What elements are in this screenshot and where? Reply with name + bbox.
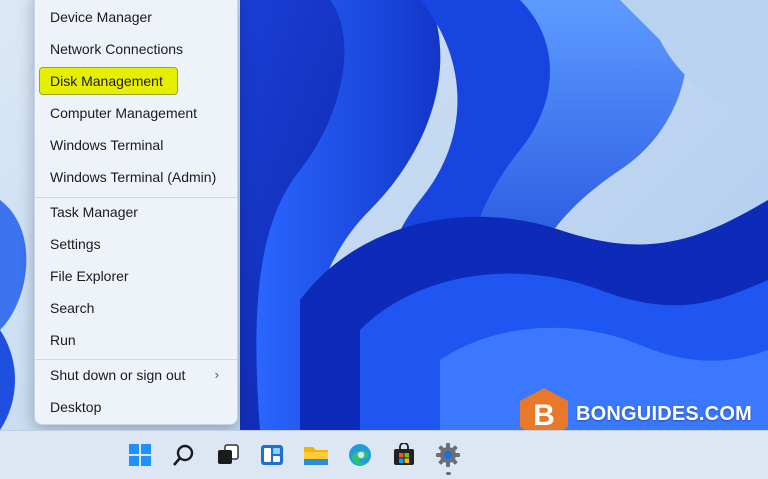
menu-item-computer-management[interactable]: Computer Management [39,99,233,127]
menu-item-file-explorer[interactable]: File Explorer [39,262,233,290]
menu-item-label: Disk Management [50,73,163,89]
start-button[interactable] [122,437,158,473]
settings-icon [436,443,460,467]
menu-item-task-manager[interactable]: Task Manager [39,198,233,226]
logo-letter: B [533,399,555,432]
menu-item-device-manager[interactable]: Device Manager [39,3,233,31]
winx-context-menu: Device Manager Network Connections Disk … [34,0,238,425]
file-explorer-icon [304,447,328,465]
store-button[interactable] [386,437,422,473]
menu-item-label: Network Connections [50,41,184,57]
menu-item-label: Shut down or sign out [50,367,186,383]
menu-item-run[interactable]: Run [39,326,233,354]
menu-item-label: Search [50,300,95,316]
watermark-text: BONGUIDES.COM [576,402,752,425]
start-icon [129,444,151,466]
running-indicator [446,472,451,475]
store-icon [394,443,414,465]
menu-item-network-connections[interactable]: Network Connections [39,35,233,63]
widgets-button[interactable] [254,437,290,473]
menu-item-label: Settings [50,236,101,252]
menu-item-disk-management[interactable]: Disk Management [39,67,178,95]
task-view-button[interactable] [210,437,246,473]
menu-item-label: Windows Terminal [50,137,164,153]
menu-item-label: Task Manager [50,204,138,220]
menu-separator [35,359,237,360]
file-explorer-button[interactable] [298,437,334,473]
menu-item-label: Windows Terminal (Admin) [50,169,217,185]
widgets-icon [261,445,283,465]
search-icon [173,444,194,466]
edge-button[interactable] [342,437,378,473]
menu-item-shut-down-or-sign-out[interactable]: Shut down or sign out › [39,361,233,389]
menu-item-label: Desktop [50,399,102,415]
task-view-icon [218,444,239,464]
menu-item-windows-terminal-admin[interactable]: Windows Terminal (Admin) [39,163,233,191]
settings-button[interactable] [430,437,466,475]
taskbar-search-button[interactable] [166,437,202,473]
menu-item-label: Run [50,332,76,348]
edge-icon [349,444,371,466]
menu-item-windows-terminal[interactable]: Windows Terminal [39,131,233,159]
menu-item-label: File Explorer [50,268,129,284]
menu-item-label: Device Manager [50,9,152,25]
menu-item-settings[interactable]: Settings [39,230,233,258]
chevron-right-icon: › [214,367,219,382]
taskbar [0,430,768,479]
menu-item-label: Computer Management [50,105,198,121]
menu-item-search[interactable]: Search [39,294,233,322]
menu-item-desktop[interactable]: Desktop [39,393,233,421]
